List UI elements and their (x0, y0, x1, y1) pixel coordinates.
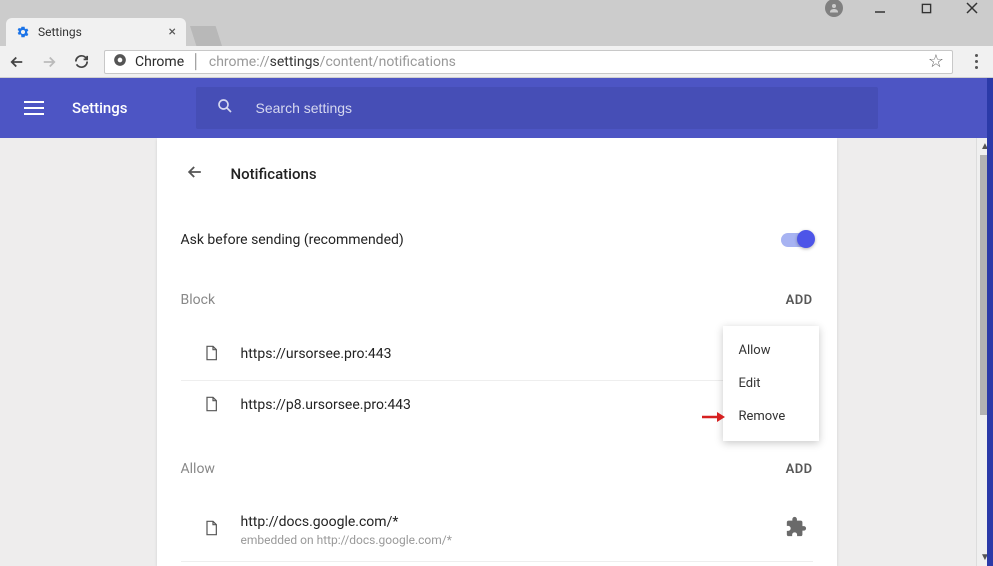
settings-search-input[interactable] (256, 100, 858, 116)
nav-back-button[interactable] (8, 53, 26, 71)
menu-remove-item[interactable]: Remove (723, 400, 819, 433)
nav-reload-button[interactable] (72, 53, 90, 71)
omnibox-chrome-label: Chrome (135, 54, 184, 70)
nav-forward-button (40, 53, 58, 71)
allow-entry-url: http://docs.google.com/* (241, 513, 452, 533)
browser-tab-settings[interactable]: Settings × (6, 18, 186, 46)
tab-close-button[interactable]: × (169, 24, 176, 40)
user-account-icon[interactable] (825, 0, 843, 17)
document-icon (203, 519, 219, 541)
settings-header: Settings (0, 78, 993, 138)
allow-label: Allow (181, 461, 215, 477)
hamburger-menu-button[interactable] (24, 101, 44, 115)
omnibox-separator: │ (192, 53, 201, 70)
new-tab-button[interactable] (190, 26, 222, 46)
document-icon (203, 395, 219, 417)
menu-allow-item[interactable]: Allow (723, 334, 819, 367)
block-label: Block (181, 292, 216, 308)
toolbar: Chrome │ chrome://settings/content/notif… (0, 46, 993, 78)
window-titlebar (0, 0, 993, 16)
annotation-arrow-icon (701, 409, 725, 428)
window-minimize-button[interactable] (871, 0, 889, 16)
window-close-button[interactable] (963, 0, 981, 16)
chrome-icon (113, 53, 127, 71)
card-header: Notifications (181, 162, 813, 186)
site-context-menu: Allow Edit Remove (723, 326, 819, 441)
menu-edit-item[interactable]: Edit (723, 367, 819, 400)
settings-header-title: Settings (72, 99, 128, 117)
block-entry-url: https://p8.ursorsee.pro:443 (241, 396, 411, 416)
block-add-button[interactable]: ADD (786, 293, 813, 308)
window-maximize-button[interactable] (917, 0, 935, 16)
tab-title: Settings (38, 25, 82, 39)
ask-before-sending-label: Ask before sending (recommended) (181, 232, 404, 248)
search-icon (216, 97, 234, 119)
block-section-header: Block ADD (181, 292, 813, 308)
extension-icon (785, 516, 813, 544)
allow-section-header: Allow ADD (181, 461, 813, 477)
browser-menu-button[interactable] (967, 54, 985, 69)
allow-add-button[interactable]: ADD (786, 462, 813, 477)
block-entry-url: https://ursorsee.pro:443 (241, 345, 392, 365)
gear-icon (16, 25, 30, 39)
tab-strip: Settings × (0, 16, 993, 46)
allow-entry: http://docs.google.com/* embedded on htt… (181, 499, 813, 562)
block-entry: https://ursorsee.pro:443 (181, 330, 813, 381)
document-icon (203, 344, 219, 366)
address-bar[interactable]: Chrome │ chrome://settings/content/notif… (104, 50, 953, 74)
window-right-edge (987, 78, 993, 566)
settings-content: Notifications Ask before sending (recomm… (0, 138, 993, 566)
notifications-card: Notifications Ask before sending (recomm… (157, 138, 837, 566)
ask-before-sending-row: Ask before sending (recommended) (181, 228, 813, 284)
back-arrow-button[interactable] (185, 162, 205, 186)
settings-search-wrap[interactable] (196, 87, 878, 129)
allow-entry-subtext: embedded on http://docs.google.com/* (241, 533, 452, 547)
omnibox-url: chrome://settings/content/notifications (209, 54, 456, 70)
ask-before-sending-toggle[interactable] (781, 233, 813, 247)
bookmark-star-icon[interactable]: ☆ (928, 51, 944, 72)
page-title: Notifications (231, 165, 317, 183)
allow-entry: http://drive.google.com/* (181, 562, 813, 566)
